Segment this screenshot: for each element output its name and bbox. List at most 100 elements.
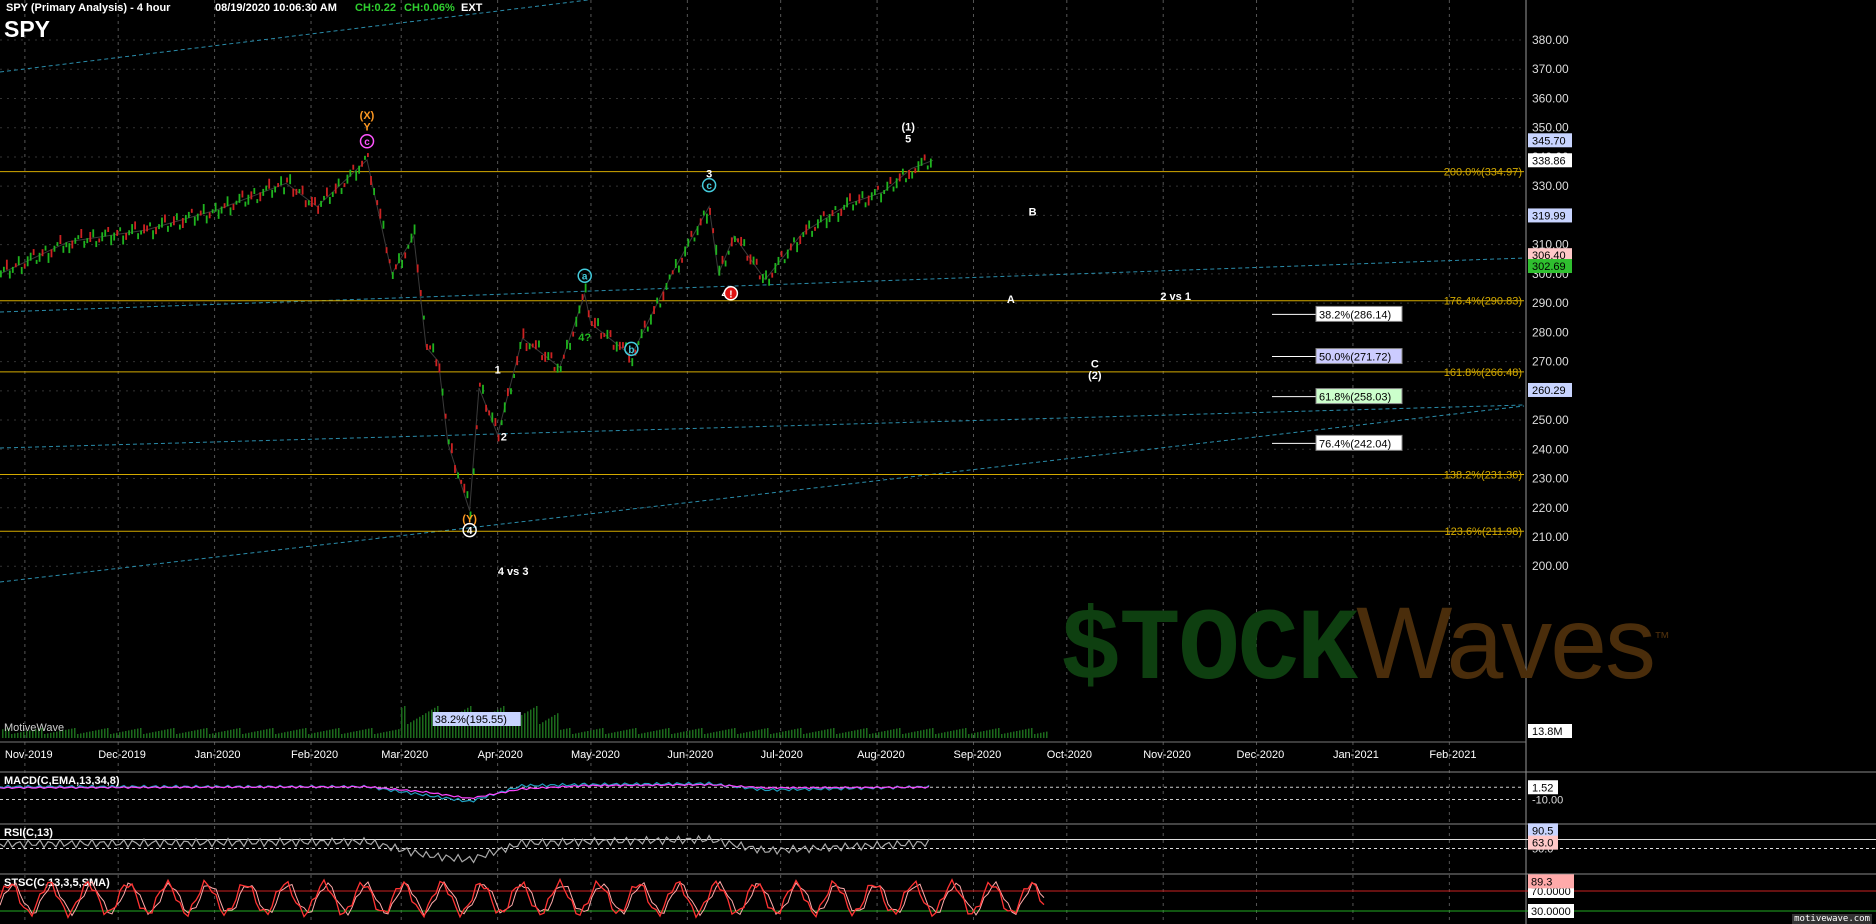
volume-bar bbox=[968, 734, 970, 738]
candle bbox=[419, 290, 422, 297]
candle bbox=[401, 259, 404, 268]
volume-bar bbox=[623, 730, 625, 738]
candle bbox=[659, 303, 662, 308]
candle bbox=[516, 356, 519, 366]
volume-bar bbox=[14, 733, 16, 738]
candle bbox=[2, 266, 5, 272]
volume-bar bbox=[944, 732, 946, 738]
header-datetime: 08/19/2020 10:06:30 AM bbox=[215, 2, 337, 14]
candle bbox=[886, 181, 889, 191]
candle bbox=[229, 207, 232, 216]
volume-bar bbox=[200, 729, 202, 738]
volume-bar bbox=[116, 732, 118, 738]
candle bbox=[447, 439, 450, 445]
volume-bar bbox=[176, 734, 178, 738]
candle bbox=[92, 229, 95, 238]
volume-bar bbox=[554, 715, 556, 738]
candle bbox=[320, 200, 322, 207]
candle bbox=[799, 236, 802, 245]
wave-label: 5 bbox=[905, 133, 911, 145]
volume-bar bbox=[860, 729, 862, 738]
wave-label: A bbox=[1007, 294, 1015, 306]
volume-bar bbox=[974, 732, 976, 738]
retracement-label: 38.2%(286.14) bbox=[1319, 309, 1391, 321]
volume-bar bbox=[758, 729, 760, 738]
candle bbox=[98, 238, 101, 243]
volume-bar bbox=[887, 730, 889, 738]
volume-bar bbox=[740, 733, 742, 738]
wave-label: c bbox=[364, 137, 370, 148]
volume-bar bbox=[398, 729, 400, 738]
volume-bar bbox=[239, 728, 241, 738]
candle bbox=[199, 210, 202, 216]
candle bbox=[280, 176, 282, 186]
wave-label: C bbox=[1091, 358, 1099, 370]
candle bbox=[170, 222, 172, 227]
candle bbox=[684, 246, 687, 257]
candle bbox=[478, 382, 481, 387]
y-tick-label: 350.00 bbox=[1532, 121, 1569, 135]
candle bbox=[553, 366, 556, 371]
volume-bar bbox=[722, 730, 724, 738]
candle bbox=[550, 352, 553, 359]
volume-bar bbox=[332, 729, 334, 738]
candle bbox=[223, 203, 226, 209]
volume-bar bbox=[317, 732, 319, 738]
candle bbox=[855, 201, 858, 206]
candle bbox=[755, 258, 758, 265]
price-badge-label: 345.70 bbox=[1532, 135, 1566, 147]
candle bbox=[743, 239, 746, 247]
wave-label: (2) bbox=[1088, 370, 1102, 382]
candle bbox=[873, 189, 876, 196]
volume-bar bbox=[227, 730, 229, 738]
volume-bar bbox=[533, 707, 535, 738]
wave-label: ! bbox=[729, 289, 732, 300]
candle bbox=[730, 237, 733, 247]
candle bbox=[220, 206, 223, 214]
candle bbox=[796, 242, 799, 253]
candle bbox=[208, 212, 211, 219]
candle bbox=[727, 250, 730, 255]
volume-bar bbox=[299, 729, 301, 738]
candle bbox=[908, 169, 910, 179]
x-tick-label: May-2020 bbox=[571, 749, 620, 761]
candle bbox=[422, 315, 425, 320]
volume-bar bbox=[644, 732, 646, 738]
volume-bar bbox=[122, 731, 124, 738]
volume-bar bbox=[656, 730, 658, 738]
volume-bar bbox=[569, 728, 571, 738]
candle bbox=[326, 187, 328, 197]
volume-bar bbox=[941, 732, 943, 738]
chart-canvas[interactable]: 200.0%(334.97) 176.4%(290.83) 161.8%(266.4… bbox=[0, 0, 1876, 924]
candle bbox=[388, 259, 391, 264]
stockwaves-watermark-logo: $TOCKWaves™ bbox=[1060, 585, 1670, 709]
candle bbox=[538, 340, 540, 348]
candle bbox=[522, 328, 525, 339]
candle bbox=[95, 241, 98, 248]
candle bbox=[80, 229, 83, 239]
volume-bar bbox=[914, 731, 916, 738]
price-badge-label: 302.69 bbox=[1532, 261, 1566, 273]
y-tick-label: 250.00 bbox=[1532, 413, 1569, 427]
volume-bar bbox=[89, 731, 91, 738]
candle bbox=[802, 232, 805, 238]
volume-bar bbox=[107, 728, 109, 738]
candle bbox=[681, 257, 683, 263]
volume-bar bbox=[362, 729, 364, 738]
candle bbox=[441, 388, 444, 396]
candle bbox=[883, 190, 886, 195]
volume-bar bbox=[680, 732, 682, 738]
volume-bar bbox=[1019, 730, 1021, 738]
volume-bar bbox=[728, 729, 730, 738]
volume-bar bbox=[419, 716, 421, 738]
candle bbox=[259, 192, 262, 202]
volume-bar bbox=[806, 733, 808, 738]
price-badge-label: 260.29 bbox=[1532, 385, 1566, 397]
candle bbox=[367, 153, 369, 158]
volume-bar bbox=[341, 734, 343, 738]
price-badge-label: 338.86 bbox=[1532, 155, 1566, 167]
volume-bar bbox=[359, 730, 361, 738]
candle bbox=[158, 224, 160, 230]
candle bbox=[364, 155, 366, 160]
candle bbox=[877, 185, 879, 190]
